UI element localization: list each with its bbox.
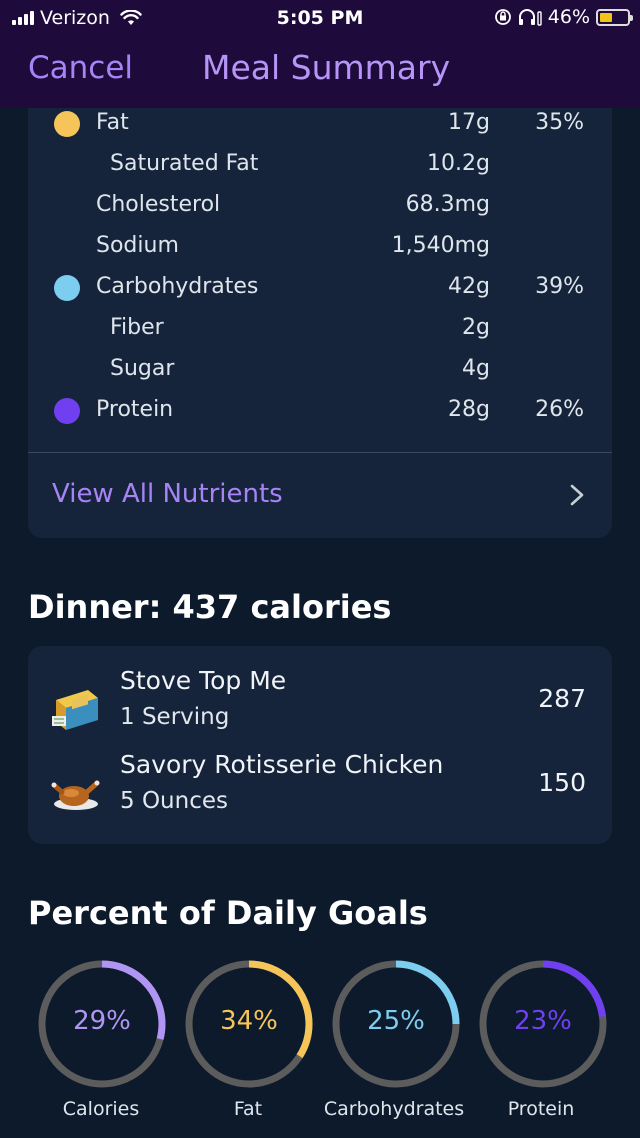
food-item[interactable]: Savory Rotisserie Chicken 5 Ounces 150: [28, 750, 612, 834]
nutrient-amount: 17g: [448, 110, 490, 135]
goal-label: Fat: [233, 1098, 263, 1120]
nutrient-name: Sodium: [96, 233, 179, 258]
nutrient-row: Carbohydrates 42g 39%: [28, 268, 612, 308]
nutrient-color-dot: [54, 398, 80, 424]
chevron-right-icon: [570, 484, 584, 506]
daily-goals-title: Percent of Daily Goals: [28, 894, 428, 932]
page-title: Meal Summary: [202, 48, 451, 87]
nutrient-amount: 2g: [462, 315, 490, 340]
stuffing-box-icon: [52, 690, 98, 730]
goal-ring: 34%: [183, 958, 315, 1090]
nutrient-amount: 1,540mg: [391, 233, 490, 258]
nutrient-amount: 10.2g: [427, 151, 490, 176]
nutrient-name: Sugar: [110, 356, 175, 381]
nutrient-name: Fat: [96, 110, 129, 135]
goal-ring: 25%: [330, 958, 462, 1090]
nutrient-percent: 26%: [535, 397, 584, 422]
view-all-nutrients-button[interactable]: View All Nutrients: [28, 453, 612, 537]
goal-label: Protein: [507, 1098, 575, 1120]
nutrient-name: Carbohydrates: [96, 274, 259, 299]
nutrient-amount: 42g: [448, 274, 490, 299]
nutrient-row: Fat 17g 35%: [28, 104, 612, 144]
goal-label: Carbohydrates: [323, 1098, 465, 1120]
nutrient-row: Protein 28g 26%: [28, 391, 612, 431]
nutrient-row: Saturated Fat 10.2g: [28, 145, 612, 185]
nutrient-row: Cholesterol 68.3mg: [28, 186, 612, 226]
dinner-card: Stove Top Me 1 Serving 287 Savory Rotiss…: [28, 646, 612, 844]
goal-ring: 29%: [36, 958, 168, 1090]
roast-chicken-icon: [51, 780, 100, 810]
nutrient-percent: 35%: [535, 110, 584, 135]
nutrient-row: Fiber 2g: [28, 309, 612, 349]
goal-percent: 29%: [73, 1006, 131, 1036]
battery-level: [600, 12, 612, 22]
nutrient-color-dot: [54, 275, 80, 301]
nutrient-color-dot: [54, 111, 80, 137]
battery-icon: [596, 8, 633, 26]
food-serving: 1 Serving: [120, 704, 230, 730]
goal-ring: 23%: [477, 958, 609, 1090]
nutrient-amount: 28g: [448, 397, 490, 422]
goal-percent: 23%: [514, 1006, 572, 1036]
view-all-nutrients-label: View All Nutrients: [52, 479, 283, 509]
nutrient-name: Cholesterol: [96, 192, 221, 217]
nutrient-name: Saturated Fat: [110, 151, 259, 176]
nutrient-amount: 4g: [462, 356, 490, 381]
dinner-title: Dinner: 437 calories: [28, 588, 392, 626]
goal-percent: 25%: [367, 1006, 425, 1036]
food-calories: 287: [538, 684, 586, 713]
food-serving: 5 Ounces: [120, 788, 228, 814]
nutrient-row: Sugar 4g: [28, 350, 612, 390]
cancel-button[interactable]: Cancel: [28, 50, 133, 86]
orientation-lock-icon: [494, 9, 511, 25]
food-item[interactable]: Stove Top Me 1 Serving 287: [28, 666, 612, 750]
nutrients-card: Fat 17g 35% Saturated Fat 10.2g Cholesterol 68…: [28, 80, 612, 538]
nutrient-amount: 68.3mg: [405, 192, 490, 217]
status-right: 46%: [494, 6, 633, 28]
nav-bar: Cancel Meal Summary: [0, 36, 640, 108]
food-calories: 150: [538, 768, 586, 797]
headphones-icon: [518, 9, 542, 26]
battery-percent: 46%: [547, 6, 590, 28]
goal-percent: 34%: [220, 1006, 278, 1036]
goal-label: Calories: [62, 1098, 140, 1120]
food-name: Savory Rotisserie Chicken: [120, 750, 444, 779]
nutrient-name: Protein: [96, 397, 174, 422]
nutrient-name: Fiber: [110, 315, 164, 340]
nutrient-row: Sodium 1,540mg: [28, 227, 612, 267]
nutrient-percent: 39%: [535, 274, 584, 299]
food-name: Stove Top Me: [120, 666, 287, 695]
status-bar: Verizon 5:05 PM 46%: [0, 0, 640, 36]
